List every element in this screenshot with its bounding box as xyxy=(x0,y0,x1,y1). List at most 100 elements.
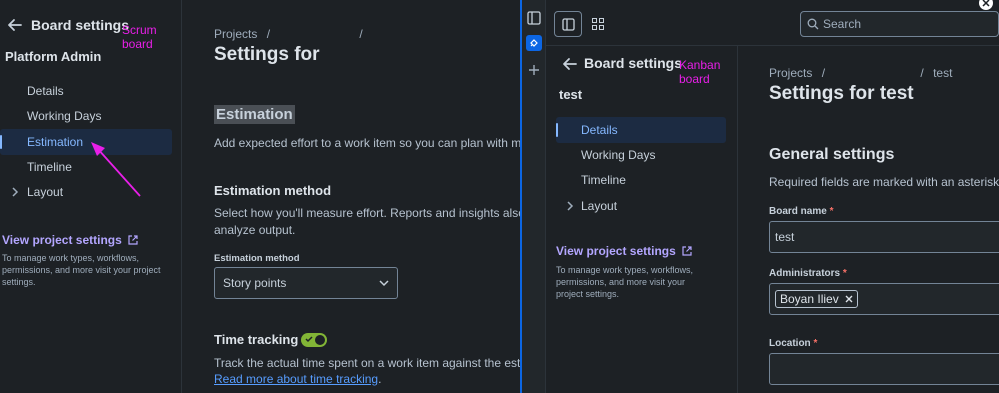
external-link-icon xyxy=(682,246,692,256)
location-input[interactable] xyxy=(769,353,999,385)
app-switcher-icon[interactable] xyxy=(592,18,604,30)
section-title: General settings xyxy=(769,146,895,163)
search-input[interactable]: Search xyxy=(800,11,999,37)
section-title: Estimation xyxy=(214,105,295,124)
sidebar-item-label: Timeline xyxy=(27,160,72,174)
time-tracking-link-row: Read more about time tracking. xyxy=(214,372,381,386)
sidebar-title: Board settings xyxy=(31,17,130,33)
back-arrow-icon[interactable] xyxy=(7,17,23,33)
time-tracking-link[interactable]: Read more about time tracking xyxy=(214,372,378,386)
estimation-method-title: Estimation method xyxy=(214,183,332,198)
time-tracking-title: Time tracking xyxy=(214,332,299,347)
screenshot-composite: Board settings Scrum board Platform Admi… xyxy=(0,0,999,393)
help-line: settings. xyxy=(2,277,36,287)
search-placeholder: Search xyxy=(823,17,862,31)
chip-label: Boyan Iliev xyxy=(780,292,839,306)
sidebar-item-label: Layout xyxy=(581,199,618,213)
link-suffix: . xyxy=(378,372,382,386)
settings-sidebar: Board settings Kanban board test Details… xyxy=(548,46,738,393)
breadcrumb-separator: / xyxy=(821,66,826,80)
help-line: To manage work types, workflows, xyxy=(556,265,694,275)
toggle-knob xyxy=(315,335,325,345)
page-title: Settings for xyxy=(214,44,320,65)
sidebar-panel-icon xyxy=(562,18,575,31)
plus-icon[interactable] xyxy=(528,64,540,76)
breadcrumb: Projects / / xyxy=(214,27,363,41)
app-rail xyxy=(522,0,546,393)
required-marker: * xyxy=(813,338,818,349)
sidebar-panel-icon[interactable] xyxy=(527,11,541,25)
check-icon xyxy=(305,336,313,343)
board-name: test xyxy=(559,87,583,102)
section-title-text: Estimation xyxy=(214,105,295,124)
remove-icon[interactable] xyxy=(845,295,853,303)
sidebar-item-working-days[interactable]: Working Days xyxy=(0,103,172,129)
scrum-board-settings: Board settings Scrum board Platform Admi… xyxy=(0,0,550,393)
link-label: View project settings xyxy=(556,244,676,258)
breadcrumb-separator: / xyxy=(920,66,924,80)
breadcrumb-projects[interactable]: Projects xyxy=(214,27,257,41)
sidebar-item-details[interactable]: Details xyxy=(556,117,726,143)
sidebar-item-label: Timeline xyxy=(581,173,626,187)
breadcrumb-separator: / xyxy=(266,27,271,41)
input-value: test xyxy=(775,230,795,244)
view-project-settings-link[interactable]: View project settings xyxy=(556,244,692,258)
section-description: Required fields are marked with an aster… xyxy=(769,175,999,189)
administrators-label: Administrators * xyxy=(769,268,847,279)
project-avatar-icon[interactable] xyxy=(526,35,542,51)
time-tracking-toggle[interactable] xyxy=(301,333,327,347)
top-navigation: Search xyxy=(522,0,999,46)
kanban-board-settings: Search Board settings Kanban board test … xyxy=(520,0,999,393)
sidebar-title: Board settings xyxy=(584,55,683,71)
sidebar-item-label: Working Days xyxy=(27,109,102,123)
back-arrow-icon[interactable] xyxy=(562,56,578,72)
breadcrumb-board[interactable]: test xyxy=(933,66,952,80)
rocket-icon xyxy=(530,39,538,47)
breadcrumb-separator: / xyxy=(359,27,363,41)
sidebar-item-label: Details xyxy=(27,84,64,98)
label-text: Administrators xyxy=(769,268,841,279)
select-value: Story points xyxy=(223,276,287,290)
label-text: Location xyxy=(769,338,811,349)
sidebar-item-label: Details xyxy=(581,123,618,137)
chevron-down-icon xyxy=(379,280,389,287)
page-title: Settings for test xyxy=(769,83,914,104)
annotation-label: Kanban board xyxy=(679,58,721,86)
sidebar-item-layout[interactable]: Layout xyxy=(556,193,726,219)
help-line: To manage work types, workflows, xyxy=(2,253,140,263)
chevron-right-icon xyxy=(12,187,19,197)
sidebar-item-timeline[interactable]: Timeline xyxy=(556,167,726,193)
sidebar-item-label: Working Days xyxy=(581,148,656,162)
link-label: View project settings xyxy=(2,233,122,247)
help-line: project settings. xyxy=(556,289,620,299)
estimation-method-label: Estimation method xyxy=(214,253,300,264)
sidebar-toggle-button[interactable] xyxy=(554,11,582,37)
description-line: Select how you'll measure effort. Report… xyxy=(214,206,548,220)
admin-chip[interactable]: Boyan Iliev xyxy=(775,290,859,308)
estimation-method-description: Select how you'll measure effort. Report… xyxy=(214,205,548,239)
view-project-settings-link[interactable]: View project settings xyxy=(2,233,138,247)
label-text: Board name xyxy=(769,206,827,217)
sidebar-item-label: Layout xyxy=(27,185,64,199)
board-name: Platform Admin xyxy=(5,49,102,64)
settings-main: Projects / / test Settings for test Gene… xyxy=(739,46,999,393)
help-line: permissions, and more visit your xyxy=(556,277,686,287)
x-glyph xyxy=(982,0,990,7)
administrators-field[interactable]: Boyan Iliev xyxy=(769,283,999,315)
breadcrumb: Projects / / test xyxy=(769,66,952,80)
annotation-label: Scrum board xyxy=(122,23,157,51)
external-link-icon xyxy=(128,235,138,245)
help-text: To manage work types, workflows, permiss… xyxy=(556,264,734,300)
estimation-method-select[interactable]: Story points xyxy=(214,267,398,299)
sidebar-item-label: Estimation xyxy=(27,135,84,149)
board-name-input[interactable]: test xyxy=(769,221,999,253)
help-line: permissions, and more visit your project xyxy=(2,265,161,275)
board-name-label: Board name * xyxy=(769,206,833,217)
breadcrumb-projects[interactable]: Projects xyxy=(769,66,812,80)
search-icon xyxy=(807,18,819,30)
required-marker: * xyxy=(842,268,847,279)
sidebar-item-details[interactable]: Details xyxy=(0,78,172,104)
location-label: Location * xyxy=(769,338,817,349)
chevron-right-icon xyxy=(567,201,574,211)
sidebar-item-working-days[interactable]: Working Days xyxy=(556,142,726,168)
